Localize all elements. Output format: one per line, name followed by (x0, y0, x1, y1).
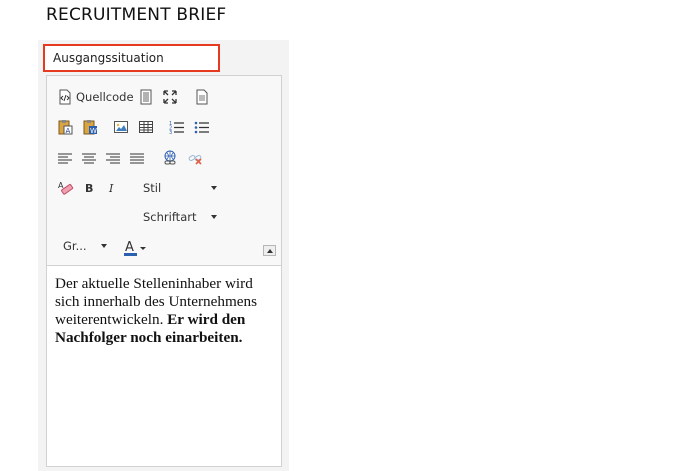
italic-icon: I (108, 182, 114, 195)
unlink-button[interactable] (185, 149, 205, 167)
templates-icon (140, 89, 152, 105)
page-title: RECRUITMENT BRIEF (46, 5, 227, 25)
align-center-icon (82, 153, 96, 164)
numbered-list-button[interactable]: 123 (167, 118, 187, 136)
justify-button[interactable] (128, 149, 146, 167)
bulleted-list-button[interactable] (192, 118, 212, 136)
unlink-icon (188, 155, 202, 165)
svg-text:W: W (90, 127, 97, 135)
image-button[interactable] (111, 118, 131, 136)
remove-format-button[interactable]: A (57, 179, 75, 197)
align-center-button[interactable] (80, 149, 98, 167)
paste-word-icon: W (83, 120, 97, 135)
field-label: Ausgangssituation (53, 51, 164, 65)
style-combo-label: Stil (143, 181, 162, 195)
numbered-list-icon: 123 (169, 121, 184, 135)
paste-word-button[interactable]: W (80, 118, 100, 136)
svg-text:A: A (66, 127, 71, 135)
source-button[interactable]: Quellcode (57, 88, 134, 106)
bold-button[interactable]: B (81, 179, 97, 197)
source-icon (59, 89, 71, 105)
image-icon (114, 121, 128, 133)
size-combo-label: Gr... (63, 239, 87, 253)
italic-button[interactable]: I (104, 179, 120, 197)
align-left-button[interactable] (56, 149, 74, 167)
paste-text-button[interactable]: A (55, 118, 75, 136)
link-icon (164, 150, 176, 165)
svg-text:A: A (125, 240, 134, 255)
text-color-button[interactable]: A (123, 237, 149, 257)
svg-text:B: B (85, 182, 93, 195)
size-combo[interactable]: Gr... (63, 239, 111, 255)
bold-icon: B (85, 182, 93, 195)
bulleted-list-icon (194, 121, 209, 134)
editor-toolbar: Quellcode A W 123 A B I Stil Schriftart … (47, 76, 281, 266)
paste-text-icon: A (58, 120, 73, 135)
table-icon (139, 121, 153, 133)
maximize-icon (163, 90, 177, 104)
chevron-down-icon (101, 244, 107, 248)
link-button[interactable] (160, 149, 180, 167)
justify-icon (130, 153, 144, 164)
table-button[interactable] (136, 118, 156, 136)
svg-text:3: 3 (169, 130, 172, 135)
rich-text-editor: Quellcode A W 123 A B I Stil Schriftart … (46, 75, 282, 467)
align-right-button[interactable] (104, 149, 122, 167)
text-color-icon: A (124, 240, 146, 256)
editor-content[interactable]: Der aktuelle Stelleninhaber wird sich in… (55, 275, 277, 347)
templates-button[interactable] (137, 88, 155, 106)
document-button[interactable] (193, 88, 211, 106)
font-combo-label: Schriftart (143, 210, 197, 224)
align-right-icon (106, 153, 120, 164)
svg-text:I: I (108, 182, 114, 195)
chevron-down-icon (211, 186, 217, 190)
maximize-button[interactable] (161, 88, 179, 106)
style-combo[interactable]: Stil (143, 181, 221, 197)
collapse-toolbar-button[interactable] (263, 245, 276, 256)
font-combo[interactable]: Schriftart (143, 210, 221, 226)
align-left-icon (58, 153, 72, 164)
source-label: Quellcode (76, 90, 134, 104)
remove-format-icon: A (58, 181, 74, 195)
field-label-box: Ausgangssituation (43, 44, 220, 72)
chevron-down-icon (211, 215, 217, 219)
document-icon (196, 89, 208, 105)
